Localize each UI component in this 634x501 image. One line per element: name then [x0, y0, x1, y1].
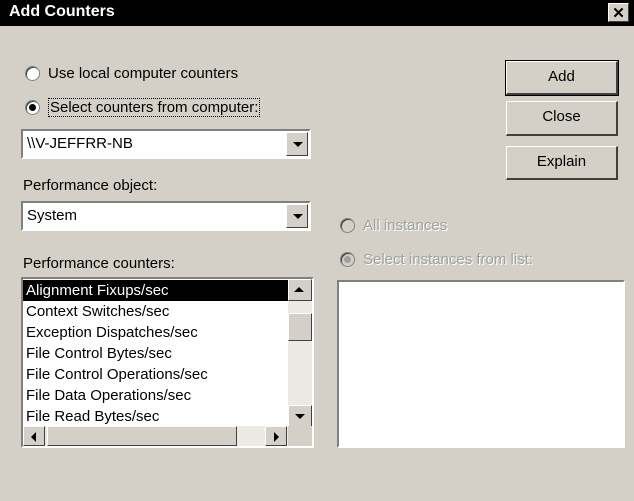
instances-listbox[interactable] [337, 280, 625, 448]
list-item[interactable]: Alignment Fixups/sec [23, 280, 288, 301]
explain-button[interactable]: Explain [506, 146, 618, 180]
close-button[interactable]: Close [506, 101, 618, 136]
all-instances-radio[interactable]: All instances [340, 214, 447, 236]
performance-object-dropdown-button[interactable] [286, 204, 308, 228]
arrow-up-icon [294, 287, 304, 292]
vertical-scroll-thumb[interactable] [288, 313, 312, 341]
list-item[interactable]: File Control Operations/sec [23, 364, 288, 385]
list-item[interactable]: File Data Operations/sec [23, 385, 288, 406]
counters-listbox[interactable]: Alignment Fixups/sec Context Switches/se… [21, 277, 314, 448]
performance-counters-label: Performance counters: [23, 255, 175, 272]
counters-list: Alignment Fixups/sec Context Switches/se… [23, 280, 288, 427]
computer-value: \\V-JEFFRR-NB [27, 135, 133, 152]
chevron-down-icon [293, 214, 303, 219]
close-window-button[interactable]: ✕ [608, 3, 629, 22]
list-item[interactable]: File Read Bytes/sec [23, 406, 288, 427]
vertical-scrollbar[interactable] [288, 279, 312, 427]
list-item[interactable]: File Control Bytes/sec [23, 343, 288, 364]
computer-dropdown-button[interactable] [286, 132, 308, 156]
select-instances-label: Select instances from list: [363, 250, 534, 268]
list-item[interactable]: Exception Dispatches/sec [23, 322, 288, 343]
scroll-left-button[interactable] [23, 426, 45, 446]
arrow-right-icon [274, 432, 279, 442]
add-button[interactable]: Add [505, 60, 619, 96]
select-computer-radio[interactable]: Select counters from computer: [25, 96, 261, 118]
chevron-down-icon [293, 142, 303, 147]
scroll-right-button[interactable] [265, 426, 287, 446]
arrow-down-icon [295, 414, 305, 419]
radio-circle-icon [340, 217, 355, 233]
scroll-down-button[interactable] [288, 405, 312, 427]
title-bar: Add Counters ✕ [0, 0, 634, 26]
performance-object-label: Performance object: [23, 177, 158, 194]
scrollbar-corner [288, 426, 312, 446]
radio-circle-icon [25, 65, 40, 81]
select-instances-radio[interactable]: Select instances from list: [340, 248, 533, 270]
select-computer-label: Select counters from computer: [48, 97, 261, 117]
arrow-left-icon [31, 432, 36, 442]
performance-object-value: System [27, 207, 78, 224]
local-counters-radio[interactable]: Use local computer counters [25, 62, 238, 84]
radio-selected-icon [25, 99, 40, 115]
computer-combo[interactable]: \\V-JEFFRR-NB [21, 129, 311, 159]
all-instances-label: All instances [363, 216, 448, 234]
radio-selected-icon [340, 251, 355, 267]
local-counters-label: Use local computer counters [48, 64, 239, 82]
horizontal-scroll-thumb[interactable] [47, 426, 237, 446]
scroll-up-button[interactable] [288, 279, 312, 301]
close-icon: ✕ [612, 5, 625, 22]
window-title: Add Counters [9, 3, 115, 20]
performance-object-combo[interactable]: System [21, 201, 311, 231]
horizontal-scrollbar[interactable] [23, 426, 312, 446]
list-item[interactable]: Context Switches/sec [23, 301, 288, 322]
